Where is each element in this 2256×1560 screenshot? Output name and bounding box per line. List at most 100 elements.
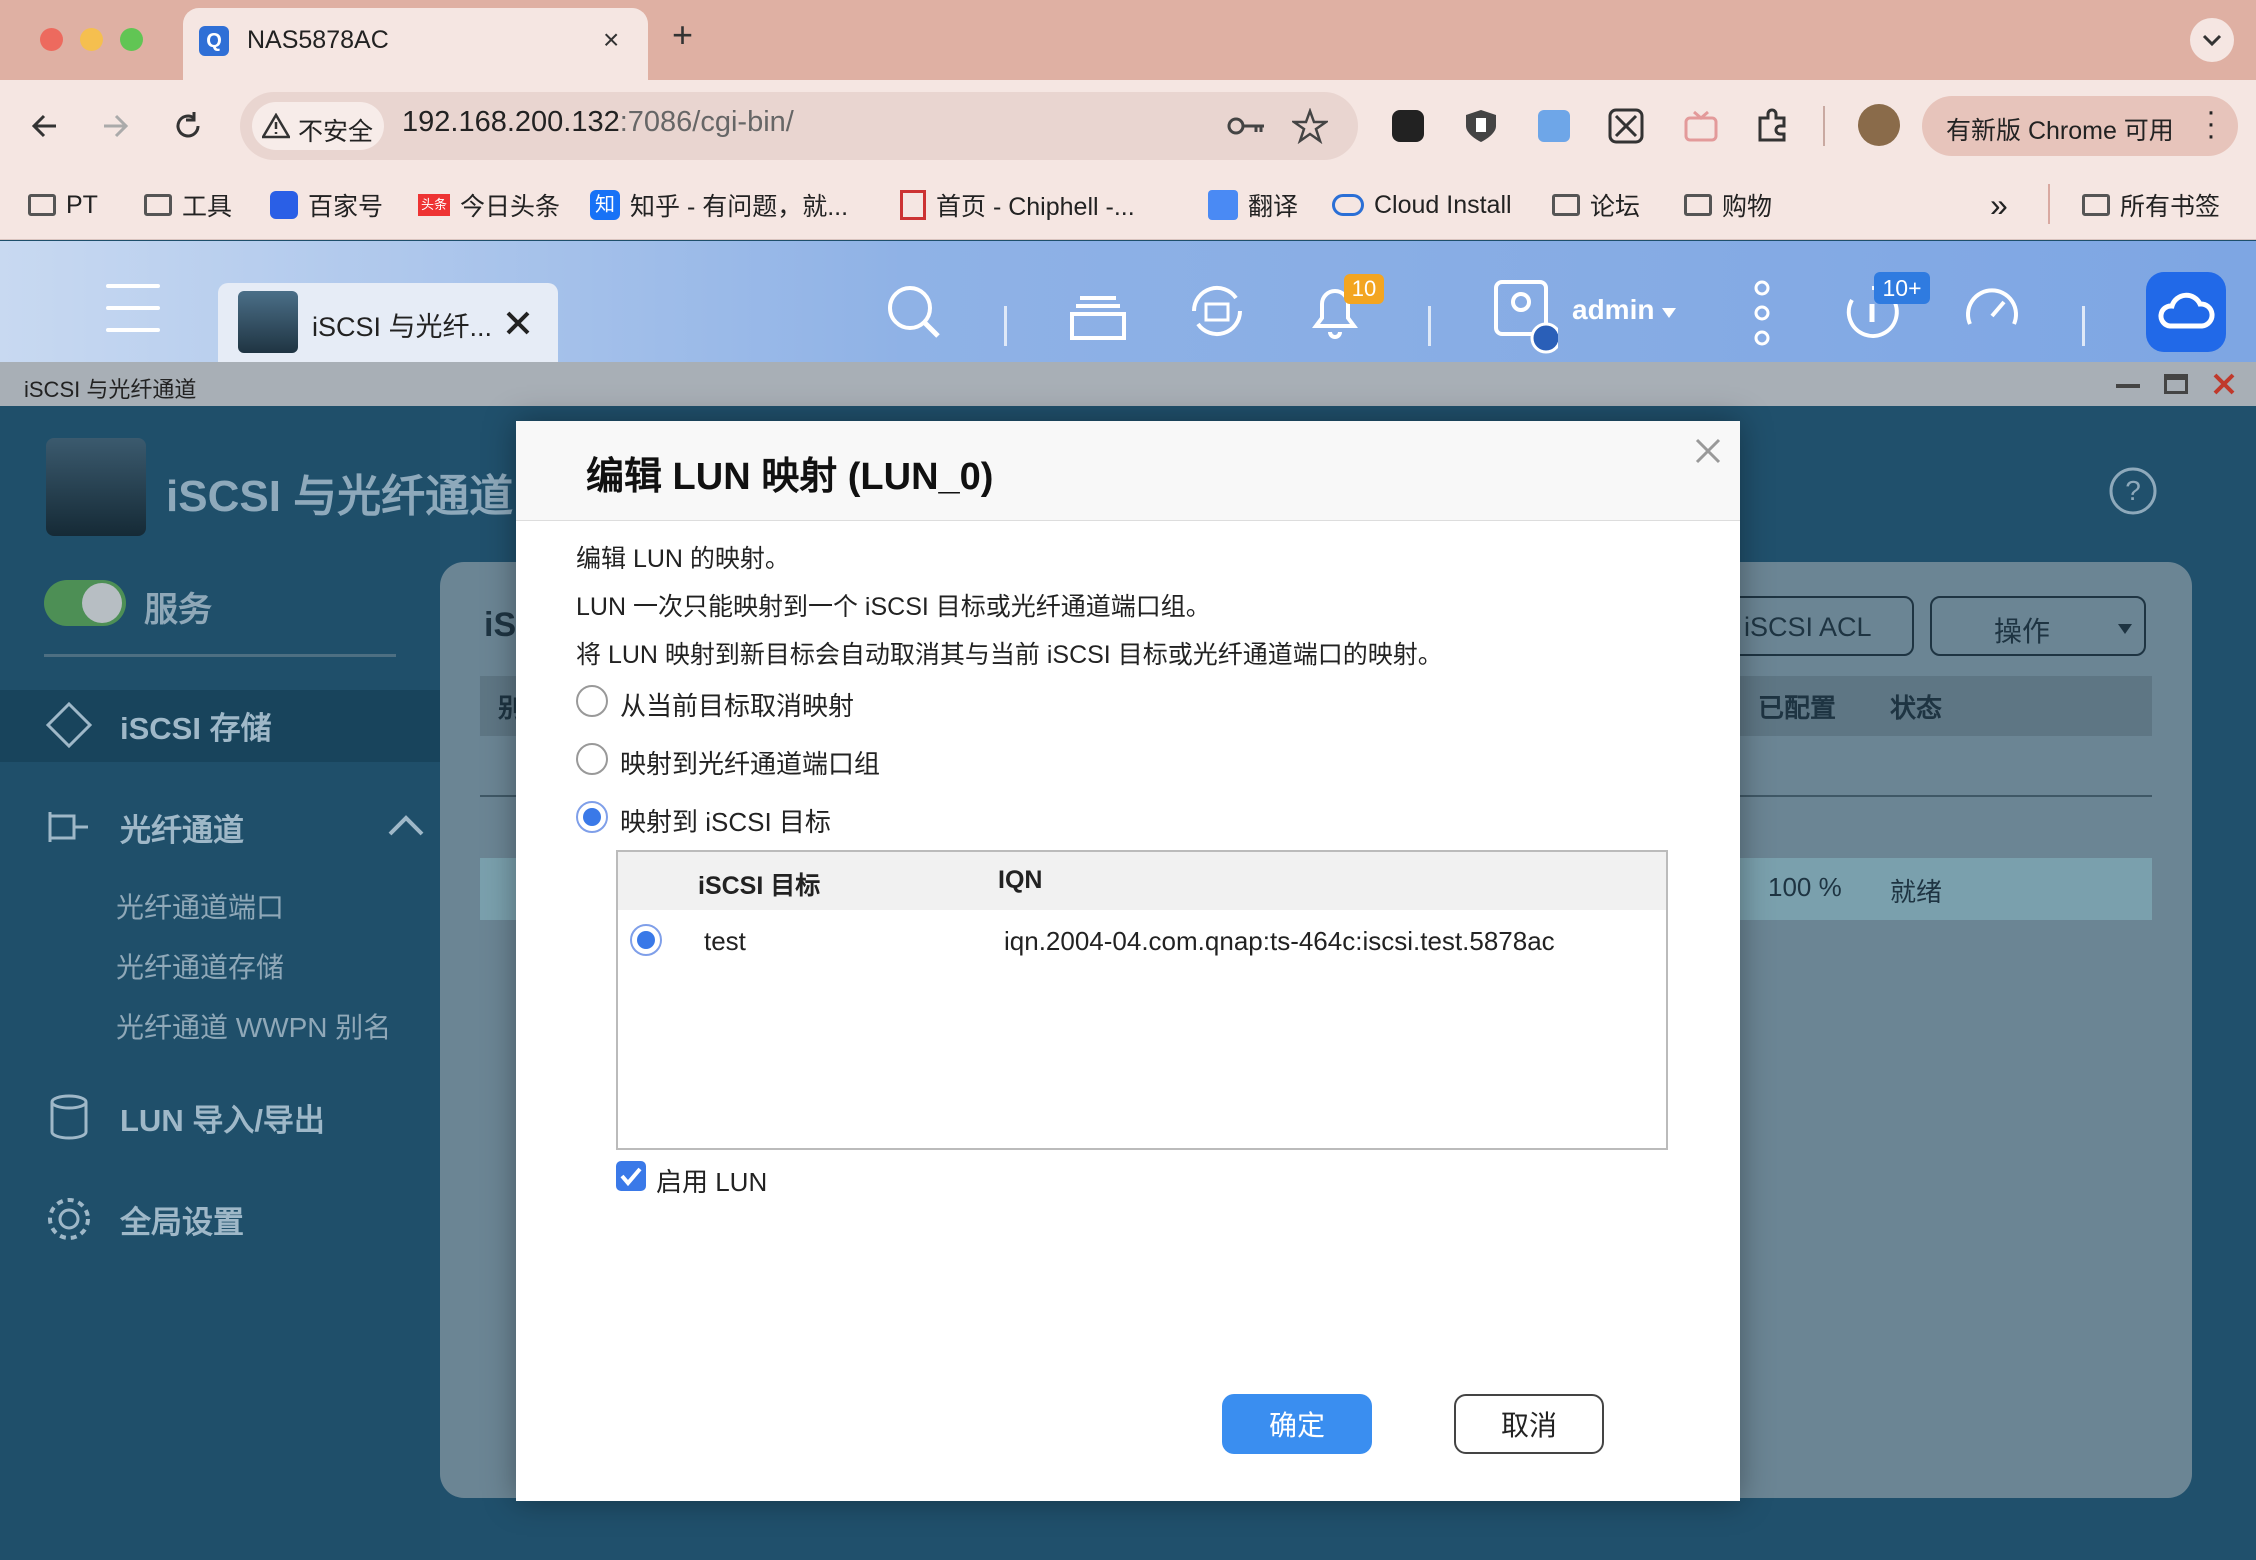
col-header-iqn: IQN <box>998 866 1043 894</box>
dialog-close-icon[interactable] <box>1694 437 1722 465</box>
table-row[interactable]: test iqn.2004-04.com.qnap:ts-464c:iscsi.… <box>618 910 1666 974</box>
cancel-button[interactable]: 取消 <box>1454 1394 1604 1454</box>
bookmark-tools[interactable]: 工具 <box>144 180 232 230</box>
forward-icon[interactable] <box>98 108 134 144</box>
profile-avatar[interactable] <box>1858 104 1900 146</box>
app-tab-iscsi[interactable]: iSCSI 与光纤... <box>218 283 558 362</box>
close-icon[interactable] <box>504 309 532 337</box>
reload-icon[interactable] <box>170 108 206 144</box>
key-icon[interactable] <box>1226 112 1266 140</box>
operations-dropdown[interactable]: 操作 <box>1930 596 2146 656</box>
sidebar-fc-wwpn[interactable]: 光纤通道 WWPN 别名 <box>116 1006 391 1046</box>
bookmark-forum[interactable]: 论坛 <box>1552 180 1640 230</box>
security-chip[interactable]: 不安全 <box>252 102 384 150</box>
bookmark-label: 翻译 <box>1248 193 1299 221</box>
bookmark-shopping[interactable]: 购物 <box>1684 180 1772 230</box>
tasks-count-badge: 10+ <box>1874 272 1930 304</box>
user-menu[interactable]: admin <box>1494 280 1684 354</box>
google-translate-icon <box>1208 190 1238 220</box>
map-iscsi-option-label: 映射到 iSCSI 目标 <box>620 807 831 837</box>
database-icon <box>50 1094 88 1140</box>
map-fc-option-label: 映射到光纤通道端口组 <box>620 749 881 779</box>
unmap-radio[interactable] <box>576 685 608 717</box>
bookmarks-divider <box>2048 184 2050 224</box>
chevron-up-icon[interactable] <box>386 810 426 838</box>
baijiahao-icon <box>270 191 298 219</box>
target-name: test <box>704 926 746 956</box>
bookmark-label: 所有书签 <box>2120 193 2221 221</box>
shield-extension-icon[interactable] <box>1464 108 1498 144</box>
service-toggle[interactable] <box>44 580 126 626</box>
translate-extension-icon[interactable] <box>1538 110 1570 142</box>
folder-icon <box>144 194 172 216</box>
user-name: admin <box>1572 294 1655 325</box>
unmap-option-label: 从当前目标取消映射 <box>620 691 855 721</box>
qnap-favicon-icon: Q <box>199 26 229 56</box>
row-allocated-value: 100 % <box>1768 872 1842 902</box>
bookmark-pt[interactable]: PT <box>28 180 98 230</box>
tv-extension-icon[interactable] <box>1684 110 1718 142</box>
scissors-extension-icon[interactable] <box>1608 108 1644 144</box>
taskbar-divider <box>1428 306 1431 346</box>
sidebar-global-settings[interactable]: 全局设置 <box>44 1194 244 1244</box>
row-status-value: 就绪 <box>1890 877 1943 907</box>
target-iqn: iqn.2004-04.com.qnap:ts-464c:iscsi.test.… <box>1004 926 1555 956</box>
url-text[interactable]: 192.168.200.132:7086/cgi-bin/ <box>402 106 794 139</box>
chrome-update-button[interactable]: 有新版 Chrome 可用 · · · <box>1922 96 2238 156</box>
close-window-button[interactable] <box>40 28 63 51</box>
back-icon[interactable] <box>26 108 62 144</box>
minimize-window-button[interactable] <box>80 28 103 51</box>
zoom-window-button[interactable] <box>120 28 143 51</box>
sidebar-fc-storage[interactable]: 光纤通道存储 <box>116 946 284 986</box>
bookmark-chiphell[interactable]: 首页 - Chiphell -... <box>900 180 1135 230</box>
bookmark-star-icon[interactable] <box>1292 108 1328 144</box>
ok-button[interactable]: 确定 <box>1222 1394 1372 1454</box>
admin-user-icon <box>1494 280 1558 354</box>
fibre-channel-icon <box>48 812 88 842</box>
resource-monitor-icon[interactable] <box>1962 282 2022 342</box>
puzzle-extensions-icon[interactable] <box>1754 108 1790 144</box>
storage-icon[interactable] <box>1068 284 1128 340</box>
sidebar-iscsi-storage[interactable]: iSCSI 存储 <box>44 700 272 750</box>
sidebar-fibre-channel[interactable]: 光纤通道 <box>44 802 244 852</box>
iscsi-acl-button[interactable]: iSCSI ACL <box>1722 596 1914 656</box>
panel-heading: iS <box>484 606 517 644</box>
extension-icon-1[interactable] <box>1392 110 1424 142</box>
browser-tab[interactable]: Q NAS5878AC × <box>183 8 648 80</box>
diamond-arrow-icon <box>45 701 93 749</box>
sidebar-lun-import-export[interactable]: LUN 导入/导出 <box>44 1092 325 1142</box>
sidebar-fc-ports[interactable]: 光纤通道端口 <box>116 886 284 926</box>
sync-icon[interactable] <box>1186 280 1248 342</box>
bookmark-toutiao[interactable]: 头条 今日头条 <box>418 180 560 230</box>
new-tab-button[interactable]: + <box>672 14 693 56</box>
bookmarks-overflow-button[interactable]: » <box>1990 180 2008 230</box>
help-icon[interactable]: ? <box>2108 466 2158 516</box>
bookmark-cloud-install[interactable]: Cloud Install <box>1332 180 1512 230</box>
enable-lun-checkbox[interactable] <box>616 1161 646 1191</box>
bookmark-label: 今日头条 <box>460 193 561 221</box>
service-label: 服务 <box>144 591 212 629</box>
qnap-cloud-button[interactable] <box>2146 272 2226 352</box>
window-minimize-button[interactable] <box>2116 384 2140 388</box>
bookmark-zhihu[interactable]: 知知乎 - 有问题，就... <box>590 180 848 230</box>
dialog-description-1: 编辑 LUN 的映射。 <box>576 545 790 573</box>
main-menu-icon[interactable] <box>106 280 160 336</box>
bookmark-label: 知乎 - 有问题，就... <box>630 193 849 221</box>
chevron-down-icon <box>2202 34 2222 47</box>
map-iscsi-radio[interactable] <box>576 801 608 833</box>
bookmark-label: 论坛 <box>1590 193 1641 221</box>
bookmark-label: Cloud Install <box>1374 190 1512 219</box>
more-options-icon[interactable] <box>1752 280 1772 346</box>
tab-close-icon[interactable]: × <box>603 24 619 56</box>
bookmark-label: 购物 <box>1722 193 1773 221</box>
all-bookmarks[interactable]: 所有书签 <box>2082 180 2220 230</box>
tab-search-button[interactable] <box>2190 18 2234 62</box>
window-restore-button[interactable] <box>2164 374 2188 394</box>
bookmark-baijiahao[interactable]: 百家号 <box>270 180 383 230</box>
map-fc-radio[interactable] <box>576 743 608 775</box>
search-icon[interactable] <box>886 284 942 340</box>
bookmark-translate[interactable]: 翻译 <box>1208 180 1298 230</box>
window-close-icon[interactable] <box>2212 372 2236 396</box>
target-select-radio[interactable] <box>630 924 662 956</box>
gear-icon <box>48 1198 90 1240</box>
